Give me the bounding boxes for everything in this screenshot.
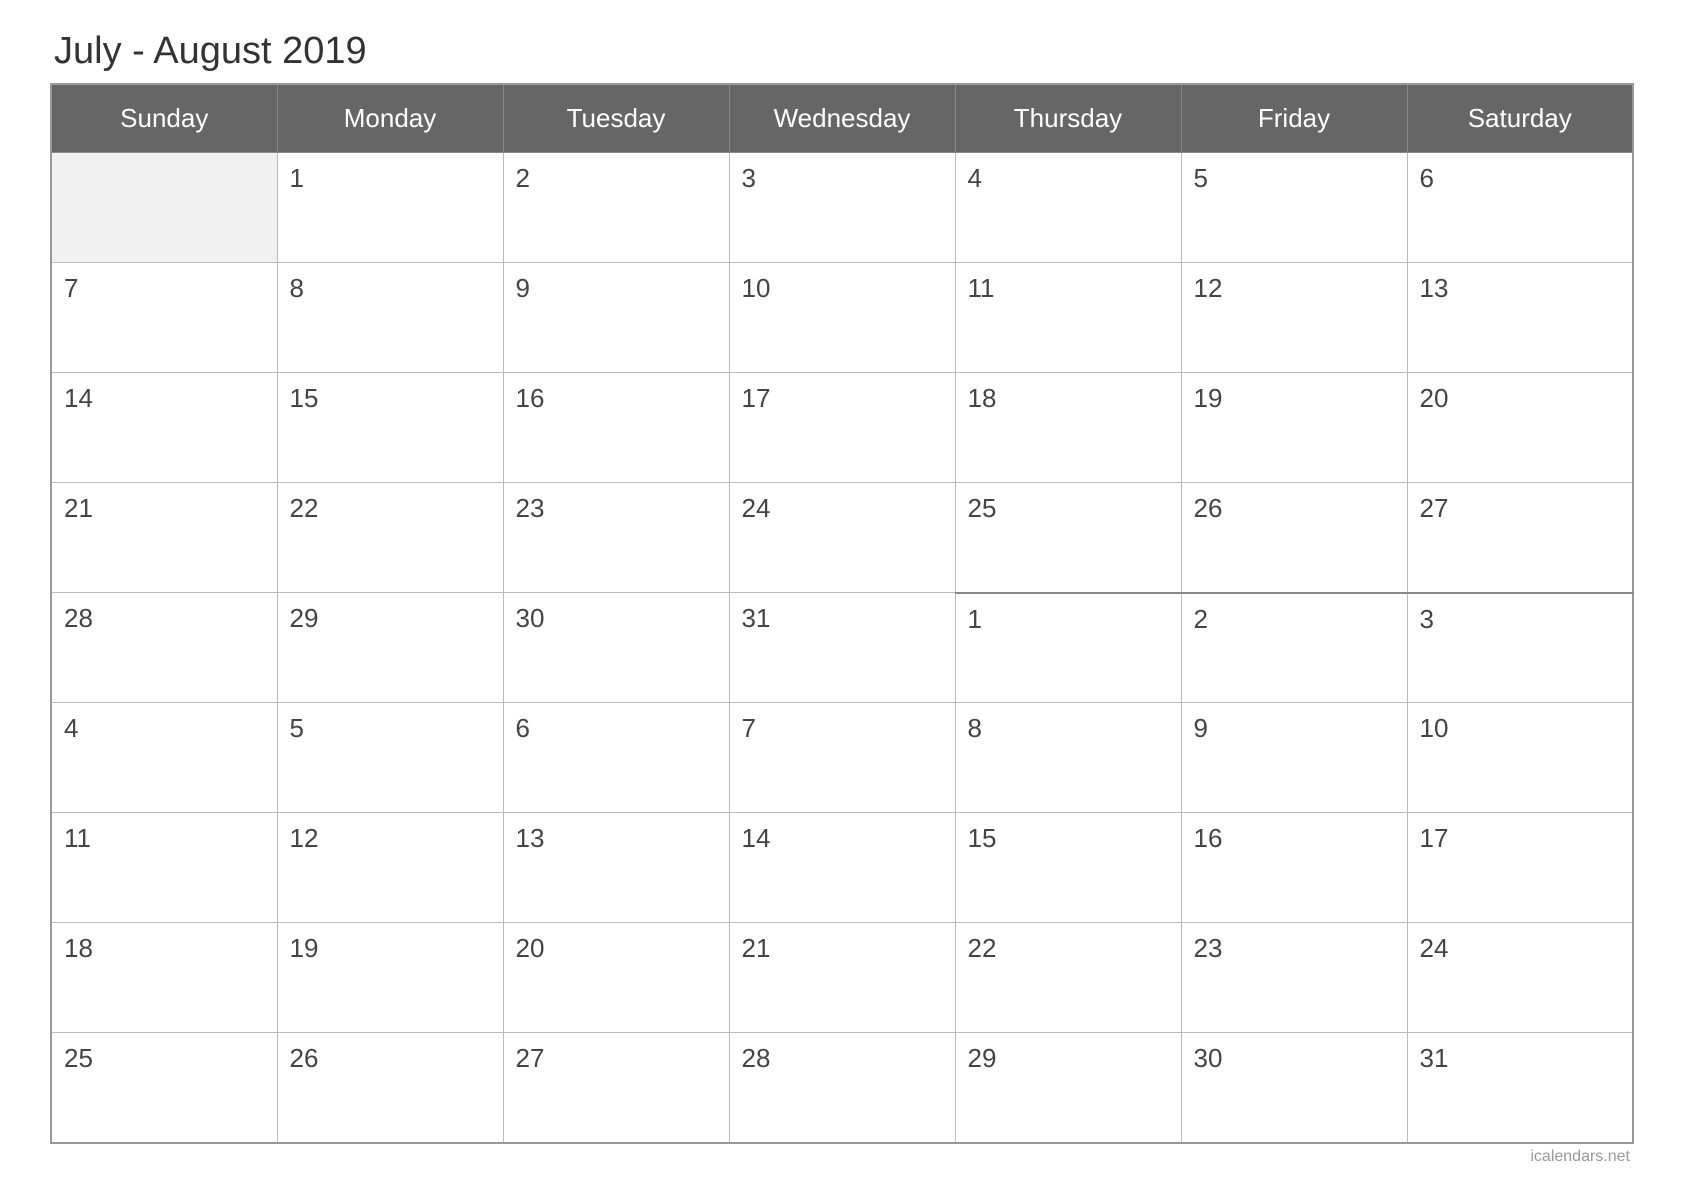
calendar-cell: 6 [503, 703, 729, 813]
calendar-cell: 8 [955, 703, 1181, 813]
calendar-cell: 25 [955, 483, 1181, 593]
calendar-cell: 1 [955, 593, 1181, 703]
calendar-cell: 18 [51, 923, 277, 1033]
calendar-cell: 11 [51, 813, 277, 923]
day-header-sunday: Sunday [51, 84, 277, 153]
calendar-cell: 9 [1181, 703, 1407, 813]
watermark: icalendars.net [50, 1148, 1634, 1166]
calendar-cell: 4 [955, 153, 1181, 263]
calendar-cell: 20 [503, 923, 729, 1033]
calendar-cell: 17 [1407, 813, 1633, 923]
calendar-cell: 5 [277, 703, 503, 813]
calendar-cell: 22 [955, 923, 1181, 1033]
calendar-row: 14151617181920 [51, 373, 1633, 483]
day-header-friday: Friday [1181, 84, 1407, 153]
calendar-cell: 15 [277, 373, 503, 483]
calendar-cell: 19 [277, 923, 503, 1033]
day-header-tuesday: Tuesday [503, 84, 729, 153]
calendar-cell: 29 [277, 593, 503, 703]
calendar-cell: 7 [51, 263, 277, 373]
calendar-cell: 20 [1407, 373, 1633, 483]
calendar-cell: 14 [51, 373, 277, 483]
calendar-row: 28293031123 [51, 593, 1633, 703]
calendar-table: SundayMondayTuesdayWednesdayThursdayFrid… [50, 83, 1634, 1144]
calendar-row: 78910111213 [51, 263, 1633, 373]
calendar-cell: 28 [729, 1033, 955, 1143]
calendar-cell: 26 [1181, 483, 1407, 593]
calendar-cell: 30 [1181, 1033, 1407, 1143]
calendar-cell: 12 [277, 813, 503, 923]
calendar-cell: 14 [729, 813, 955, 923]
calendar-cell: 1 [277, 153, 503, 263]
calendar-cell [51, 153, 277, 263]
day-header-wednesday: Wednesday [729, 84, 955, 153]
day-header-thursday: Thursday [955, 84, 1181, 153]
calendar-cell: 31 [729, 593, 955, 703]
calendar-cell: 16 [1181, 813, 1407, 923]
day-header-monday: Monday [277, 84, 503, 153]
day-header-saturday: Saturday [1407, 84, 1633, 153]
calendar-cell: 2 [1181, 593, 1407, 703]
calendar-cell: 19 [1181, 373, 1407, 483]
calendar-cell: 21 [51, 483, 277, 593]
header-row: SundayMondayTuesdayWednesdayThursdayFrid… [51, 84, 1633, 153]
calendar-cell: 5 [1181, 153, 1407, 263]
calendar-cell: 2 [503, 153, 729, 263]
calendar-cell: 8 [277, 263, 503, 373]
calendar-cell: 7 [729, 703, 955, 813]
calendar-cell: 12 [1181, 263, 1407, 373]
calendar-row: 123456 [51, 153, 1633, 263]
calendar-cell: 31 [1407, 1033, 1633, 1143]
calendar-cell: 6 [1407, 153, 1633, 263]
calendar-cell: 26 [277, 1033, 503, 1143]
calendar-cell: 25 [51, 1033, 277, 1143]
calendar-cell: 9 [503, 263, 729, 373]
calendar-cell: 13 [1407, 263, 1633, 373]
calendar-cell: 16 [503, 373, 729, 483]
calendar-wrapper: July - August 2019 SundayMondayTuesdayWe… [50, 30, 1634, 1166]
calendar-cell: 28 [51, 593, 277, 703]
calendar-cell: 27 [503, 1033, 729, 1143]
calendar-cell: 24 [729, 483, 955, 593]
calendar-cell: 24 [1407, 923, 1633, 1033]
calendar-row: 45678910 [51, 703, 1633, 813]
calendar-cell: 21 [729, 923, 955, 1033]
calendar-cell: 27 [1407, 483, 1633, 593]
calendar-cell: 29 [955, 1033, 1181, 1143]
calendar-cell: 15 [955, 813, 1181, 923]
calendar-cell: 10 [1407, 703, 1633, 813]
calendar-cell: 30 [503, 593, 729, 703]
calendar-cell: 4 [51, 703, 277, 813]
calendar-row: 11121314151617 [51, 813, 1633, 923]
calendar-cell: 10 [729, 263, 955, 373]
calendar-row: 25262728293031 [51, 1033, 1633, 1143]
calendar-cell: 13 [503, 813, 729, 923]
calendar-cell: 22 [277, 483, 503, 593]
calendar-cell: 11 [955, 263, 1181, 373]
calendar-cell: 17 [729, 373, 955, 483]
calendar-row: 18192021222324 [51, 923, 1633, 1033]
calendar-cell: 23 [503, 483, 729, 593]
calendar-cell: 18 [955, 373, 1181, 483]
calendar-row: 21222324252627 [51, 483, 1633, 593]
calendar-cell: 23 [1181, 923, 1407, 1033]
calendar-cell: 3 [1407, 593, 1633, 703]
calendar-cell: 3 [729, 153, 955, 263]
calendar-title: July - August 2019 [50, 30, 1634, 73]
